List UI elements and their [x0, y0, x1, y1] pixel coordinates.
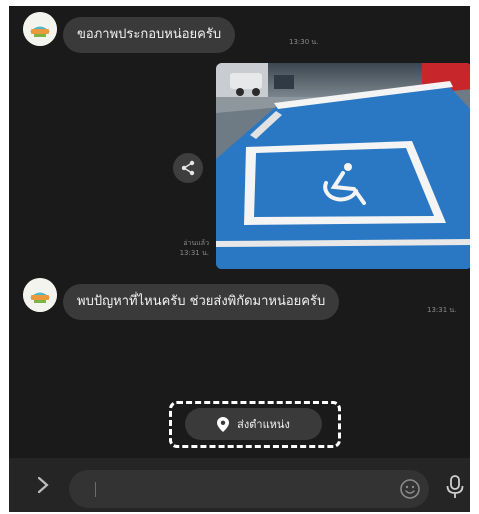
share-icon [181, 160, 195, 176]
share-button[interactable] [173, 153, 203, 183]
send-location-button[interactable]: ส่งตำแหน่ง [185, 408, 322, 440]
read-label: อ่านแล้ว [183, 239, 209, 247]
bot-avatar[interactable] [23, 278, 57, 312]
bot-avatar[interactable] [23, 12, 57, 46]
location-pin-icon [217, 416, 230, 432]
message-bubble: ขอภาพประกอบหน่อยครับ [63, 17, 236, 53]
message-text: ขอภาพประกอบหน่อยครับ [77, 27, 222, 42]
emoji-icon[interactable] [399, 478, 421, 500]
send-location-label: ส่งตำแหน่ง [237, 418, 290, 431]
message-text: พบปัญหาที่ไหนครับ ช่วยส่งพิกัดมาหน่อยครั… [77, 294, 326, 309]
read-receipt: อ่านแล้ว 13:31 น. [159, 238, 209, 258]
message-bubble: พบปัญหาที่ไหนครับ ช่วยส่งพิกัดมาหน่อยครั… [63, 284, 340, 320]
chevron-right-icon[interactable] [33, 475, 53, 495]
message-time: 13:31 น. [179, 249, 209, 257]
text-caret [95, 482, 96, 497]
photo-message[interactable] [216, 63, 470, 269]
microphone-icon[interactable] [445, 474, 465, 500]
message-time: 13:31 น. [427, 306, 457, 314]
message-input[interactable] [69, 470, 429, 508]
chat-screen: ขอภาพประกอบหน่อยครับ 13:30 น. อ่านแล้ว 1… [9, 6, 470, 512]
message-time: 13:30 น. [289, 38, 319, 46]
